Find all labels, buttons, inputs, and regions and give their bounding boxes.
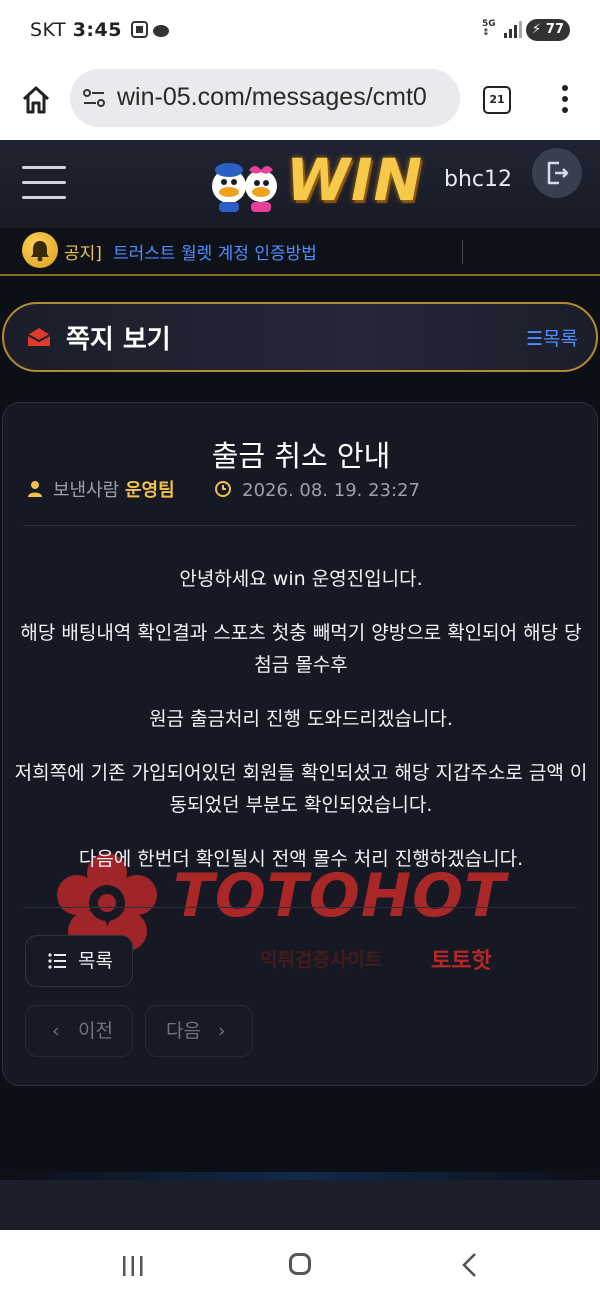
overflow-menu-icon[interactable] xyxy=(560,83,570,115)
browser-toolbar: win-05.com/messages/cmt0 21 xyxy=(0,60,600,140)
list-icon xyxy=(48,953,66,969)
prev-button-label: 이전 xyxy=(78,1020,113,1042)
message-title: 출금 취소 안내 xyxy=(211,439,391,473)
network-indicator: 5G ↕ xyxy=(482,19,496,38)
hamburger-menu-icon[interactable] xyxy=(22,164,66,202)
signal-icon xyxy=(503,20,523,44)
section-header: 쪽지 보기 ☰목록 xyxy=(2,302,598,372)
watermark-subtitle-accent: 토토핫 xyxy=(431,949,492,974)
back-icon[interactable] xyxy=(460,1252,480,1282)
message-datetime: 2026. 08. 19. 23:27 xyxy=(242,480,420,501)
bell-icon xyxy=(22,232,58,268)
list-link[interactable]: ☰목록 xyxy=(526,324,578,351)
site-logo[interactable]: WIN xyxy=(286,146,423,214)
home-nav-icon[interactable] xyxy=(289,1253,311,1275)
footer xyxy=(0,1180,600,1230)
clock-icon xyxy=(214,480,232,503)
divider xyxy=(462,240,463,264)
logout-icon xyxy=(547,161,569,185)
message-paragraph: 원금 출금처리 진행 도와드리겠습니다. xyxy=(149,708,453,730)
status-bar: SKT 3:45 5G ↕ ⚡ 77 xyxy=(0,0,600,60)
message-paragraph: 다음에 한번더 확인될시 전액 몰수 처리 진행하겠습니다. xyxy=(78,848,524,870)
notice-link[interactable]: 트러스트 월렛 계정 인증방법 xyxy=(113,239,317,264)
message-paragraph: 저희쪽에 기존 가입되어있던 회원들 확인되셨고 해당 지갑주소로 금액 이동되… xyxy=(14,762,588,816)
tab-switcher-button[interactable]: 21 xyxy=(483,86,511,114)
footer-accent xyxy=(0,1172,600,1180)
battery-icon: ⚡ 77 xyxy=(526,19,570,41)
recent-apps-icon[interactable] xyxy=(120,1254,146,1282)
notification-icons xyxy=(131,20,171,44)
site-header: WIN bhc12 xyxy=(0,140,600,228)
next-button[interactable]: 다음 › xyxy=(145,1005,253,1057)
list-button[interactable]: 목록 xyxy=(25,935,133,987)
chevron-right-icon: › xyxy=(218,1020,226,1042)
user-icon xyxy=(27,480,43,503)
clock: 3:45 xyxy=(72,19,122,41)
system-nav-bar xyxy=(0,1230,600,1300)
next-button-label: 다음 xyxy=(166,1020,201,1042)
watermark-subtitle: 먹튀검증사이트 xyxy=(260,949,383,971)
username: bhc12 xyxy=(444,167,512,192)
message-paragraph: 안녕하세요 win 운영진입니다. xyxy=(179,568,423,590)
message-paragraph: 해당 배팅내역 확인결과 스포츠 첫충 빼먹기 양방으로 확인되어 해당 당첨금… xyxy=(20,622,582,676)
carrier-time: SKT 3:45 xyxy=(30,19,122,41)
address-bar[interactable]: win-05.com/messages/cmt0 xyxy=(70,69,460,127)
sender-name: 운영팀 xyxy=(124,480,175,501)
message-body: 안녕하세요 win 운영진입니다. 해당 배팅내역 확인결과 스포츠 첫충 빼먹… xyxy=(13,563,589,897)
message-card: 출금 취소 안내 보낸사람 운영팀 2026. 08. 19. 23:27 TO… xyxy=(2,402,598,1086)
site-settings-icon[interactable] xyxy=(82,87,106,113)
notice-ticker: 공지] 트러스트 월렛 계정 인증방법 xyxy=(0,228,600,276)
carrier: SKT xyxy=(30,19,67,41)
mascot-logo-image xyxy=(207,156,283,214)
url-text[interactable]: win-05.com/messages/cmt0 xyxy=(117,83,450,112)
chevron-left-icon: ‹ xyxy=(52,1020,60,1042)
prev-button[interactable]: ‹ 이전 xyxy=(25,1005,133,1057)
divider xyxy=(23,907,577,908)
sender-label: 보낸사람 xyxy=(53,480,120,501)
home-icon[interactable] xyxy=(20,84,52,116)
message-meta: 보낸사람 운영팀 2026. 08. 19. 23:27 xyxy=(27,476,420,503)
mail-icon xyxy=(26,326,52,352)
notice-tag: 공지] xyxy=(64,244,102,264)
page-content: WIN bhc12 공지] 트러스트 월렛 계정 인증방법 쪽지 보기 ☰목록 … xyxy=(0,140,600,1230)
section-title: 쪽지 보기 xyxy=(66,325,171,355)
logout-button[interactable] xyxy=(532,148,582,198)
divider xyxy=(23,525,577,526)
list-button-label: 목록 xyxy=(78,950,113,972)
